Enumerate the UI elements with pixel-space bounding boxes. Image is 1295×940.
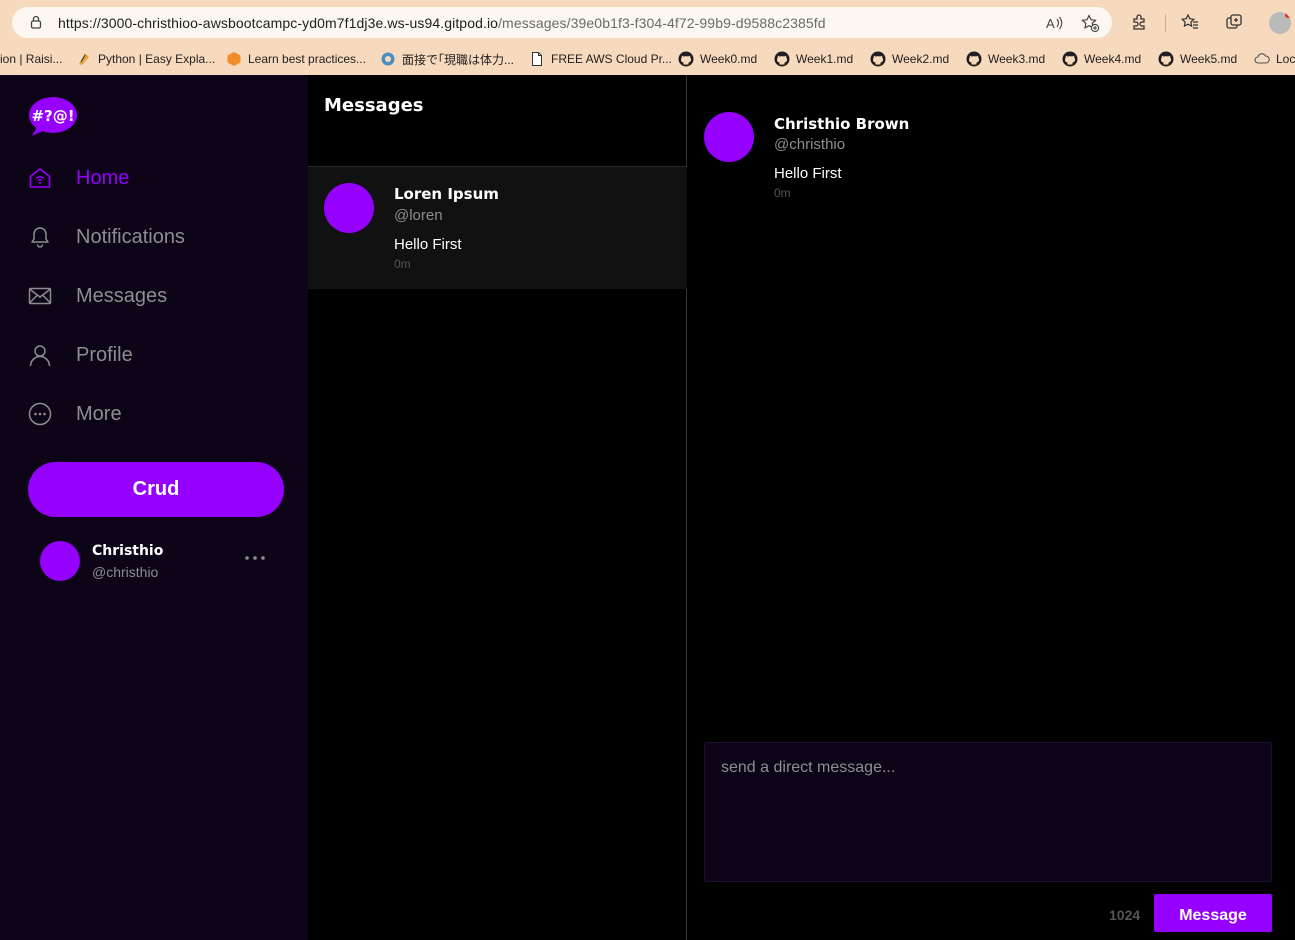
bookmark-item[interactable]: 面接で｢現職は体力... xyxy=(380,48,514,70)
bookmark-label: Week5.md xyxy=(1180,52,1238,66)
bookmark-label: ion | Raisi... xyxy=(0,52,63,66)
send-message-button[interactable]: Message xyxy=(1154,894,1272,932)
message-time: 0m xyxy=(774,186,791,200)
sidebar-item-profile[interactable]: Profile xyxy=(28,337,288,373)
python-icon xyxy=(79,53,89,65)
bookmark-label: Loc xyxy=(1276,52,1295,66)
svg-text:A: A xyxy=(1046,16,1055,31)
bookmark-label: Week1.md xyxy=(796,52,854,66)
home-icon xyxy=(29,168,51,188)
group-time: 0m xyxy=(394,257,411,271)
bookmarks-bar: ion | Raisi... Python | Easy Expla... Le… xyxy=(0,44,1295,75)
sidebar-item-notifications[interactable]: Notifications xyxy=(28,219,288,255)
avatar xyxy=(324,183,374,233)
github-icon xyxy=(678,51,694,67)
toolbar-separator xyxy=(1165,14,1166,32)
sidebar-item-label: Profile xyxy=(76,343,133,366)
bookmark-label: Learn best practices... xyxy=(248,52,367,66)
url-text[interactable]: https://3000-christhioo-awsbootcampc-yd0… xyxy=(58,15,826,31)
sidebar-item-label: More xyxy=(76,402,122,425)
collections-icon[interactable] xyxy=(1224,12,1244,32)
group-last-message: Hello First xyxy=(394,236,462,253)
group-display-name: Loren Ipsum xyxy=(394,185,499,203)
conversation-panel: Christhio Brown @christhio Hello First 0… xyxy=(688,75,1295,940)
favorite-add-icon[interactable] xyxy=(1080,13,1100,33)
bookmark-label: Week4.md xyxy=(1084,52,1142,66)
page-icon xyxy=(532,52,542,66)
mail-icon xyxy=(28,287,52,305)
github-icon xyxy=(774,51,790,67)
bookmark-label: Python | Easy Expla... xyxy=(98,52,216,66)
browser-profile-avatar[interactable] xyxy=(1269,12,1291,34)
sidebar: #?@! Home Notifications Messages Profile… xyxy=(0,75,308,940)
message-groups-panel: Messages Loren Ipsum @loren Hello First … xyxy=(308,75,687,940)
bookmark-item[interactable]: FREE AWS Cloud Pr... xyxy=(529,48,672,70)
char-count: 1024 xyxy=(1109,907,1141,923)
bell-icon xyxy=(31,227,49,248)
group-handle: @loren xyxy=(394,207,443,224)
page-title: Messages xyxy=(324,95,424,116)
message-handle: @christhio xyxy=(774,136,846,153)
bookmark-label: Week3.md xyxy=(988,52,1046,66)
bookmark-item[interactable]: Week5.md xyxy=(1158,48,1237,70)
ellipsis-icon[interactable] xyxy=(244,551,266,565)
bookmark-label: 面接で｢現職は体力... xyxy=(402,52,515,67)
app-root: #?@! Home Notifications Messages Profile… xyxy=(0,75,1295,940)
github-icon xyxy=(966,51,982,67)
browser-toolbar: https://3000-christhioo-awsbootcampc-yd0… xyxy=(0,0,1295,44)
address-bar[interactable]: https://3000-christhioo-awsbootcampc-yd0… xyxy=(12,7,1112,38)
bookmark-item[interactable]: Week0.md xyxy=(678,48,757,70)
app-logo[interactable]: #?@! xyxy=(27,95,79,137)
globe-icon xyxy=(381,52,395,66)
logo-text: #?@! xyxy=(31,107,74,125)
sidebar-item-more[interactable]: More xyxy=(28,396,288,432)
bookmark-item[interactable]: Learn best practices... xyxy=(226,48,366,70)
bookmark-label: FREE AWS Cloud Pr... xyxy=(551,52,672,66)
profile-handle: @christhio xyxy=(92,564,159,580)
crud-button[interactable]: Crud xyxy=(28,462,284,517)
user-icon xyxy=(29,345,51,367)
bookmark-item[interactable]: Week4.md xyxy=(1062,48,1141,70)
url-path: /messages/39e0b1f3-f304-4f72-99b9-d9588c… xyxy=(498,15,826,31)
bookmark-item[interactable]: Loc xyxy=(1254,48,1295,70)
message-display-name: Christhio Brown xyxy=(774,115,910,133)
aws-icon xyxy=(227,52,241,66)
direct-message-input[interactable] xyxy=(704,742,1272,882)
favorites-icon[interactable] xyxy=(1180,12,1200,32)
github-icon xyxy=(1158,51,1174,67)
bookmark-item[interactable]: Week3.md xyxy=(966,48,1045,70)
bookmark-label: Week0.md xyxy=(700,52,758,66)
read-aloud-icon[interactable]: A xyxy=(1044,13,1064,33)
more-circle-icon xyxy=(28,402,52,426)
sidebar-item-label: Notifications xyxy=(76,225,185,248)
github-icon xyxy=(1062,51,1078,67)
cloud-icon xyxy=(1254,53,1270,64)
url-host: https://3000-christhioo-awsbootcampc-yd0… xyxy=(58,15,499,31)
sidebar-item-label: Home xyxy=(76,166,130,189)
avatar[interactable] xyxy=(40,541,80,581)
sidebar-item-label: Messages xyxy=(76,284,168,307)
bookmark-item[interactable]: Python | Easy Expla... xyxy=(76,48,215,70)
sidebar-item-home[interactable]: Home xyxy=(28,160,288,196)
bookmark-item[interactable]: ion | Raisi... xyxy=(0,48,62,70)
lock-icon[interactable] xyxy=(28,14,44,30)
bookmark-item[interactable]: Week2.md xyxy=(870,48,949,70)
profile-display-name: Christhio xyxy=(92,543,164,559)
extensions-icon[interactable] xyxy=(1130,12,1150,32)
avatar[interactable] xyxy=(704,112,754,162)
message-text: Hello First xyxy=(774,165,842,182)
sidebar-item-messages[interactable]: Messages xyxy=(28,278,288,314)
github-icon xyxy=(870,51,886,67)
bookmark-item[interactable]: Week1.md xyxy=(774,48,853,70)
bookmark-label: Week2.md xyxy=(892,52,950,66)
message-group-item[interactable]: Loren Ipsum @loren Hello First 0m xyxy=(308,167,687,289)
